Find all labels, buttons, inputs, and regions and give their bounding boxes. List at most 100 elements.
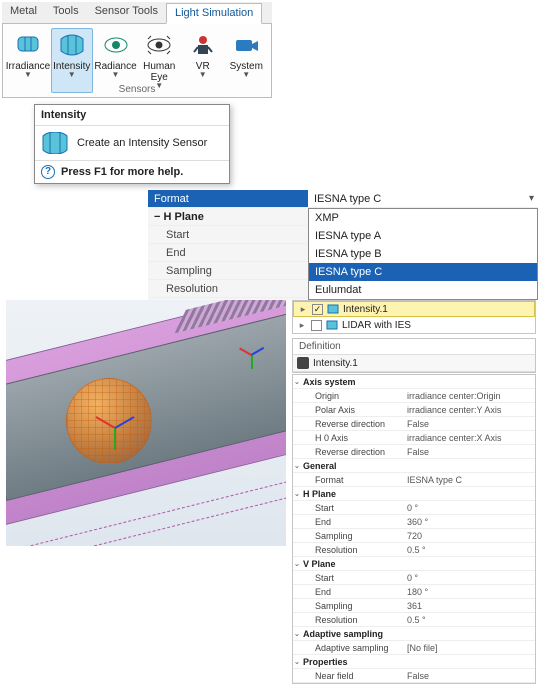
prop-reverse-direction[interactable]: Reverse directionFalse <box>293 417 535 431</box>
prop-value[interactable]: irradiance center:Origin <box>405 389 535 402</box>
prop-h-0-axis[interactable]: H 0 Axisirradiance center:X Axis <box>293 431 535 445</box>
collapse-icon[interactable] <box>293 501 301 514</box>
format-row-format[interactable]: Format <box>148 190 308 208</box>
format-option-iesna-type-a[interactable]: IESNA type A <box>309 227 537 245</box>
viewport-3d[interactable] <box>6 300 286 546</box>
ribbon-tab-metal[interactable]: Metal <box>2 2 45 23</box>
collapse-icon[interactable] <box>293 445 301 458</box>
format-option-iesna-type-c[interactable]: IESNA type C <box>309 263 537 281</box>
gizmo-y-axis[interactable] <box>114 428 116 450</box>
sensor-label: HumanEye <box>143 61 175 83</box>
prop-value[interactable]: False <box>405 669 535 682</box>
format-row-sampling[interactable]: Sampling <box>148 262 308 280</box>
expand-icon[interactable]: ▸ <box>298 304 308 315</box>
prop-value[interactable]: 0 ° <box>405 571 535 584</box>
collapse-icon[interactable]: ⌄ <box>293 557 301 570</box>
prop-v-plane[interactable]: ⌄V Plane <box>293 557 535 571</box>
collapse-icon[interactable] <box>293 613 301 626</box>
tooltip-help: Press F1 for more help. <box>61 166 183 178</box>
prop-general[interactable]: ⌄General <box>293 459 535 473</box>
checkbox[interactable] <box>311 320 322 331</box>
collapse-icon[interactable] <box>293 403 301 416</box>
prop-start[interactable]: Start0 ° <box>293 571 535 585</box>
vr-icon <box>189 31 217 59</box>
prop-sampling[interactable]: Sampling361 <box>293 599 535 613</box>
collapse-icon[interactable]: ⌄ <box>293 627 301 640</box>
prop-value <box>405 459 535 472</box>
prop-value[interactable]: 360 ° <box>405 515 535 528</box>
collapse-icon[interactable] <box>293 543 301 556</box>
tree-item-lidar-with-ies[interactable]: ▸LIDAR with IES <box>293 317 535 333</box>
prop-resolution[interactable]: Resolution0.5 ° <box>293 543 535 557</box>
prop-format[interactable]: FormatIESNA type C <box>293 473 535 487</box>
prop-value[interactable]: irradiance center:Y Axis <box>405 403 535 416</box>
format-row-end[interactable]: End <box>148 244 308 262</box>
definition-row[interactable]: Intensity.1 <box>293 354 535 372</box>
prop-resolution[interactable]: Resolution0.5 ° <box>293 613 535 627</box>
collapse-icon[interactable] <box>293 389 301 402</box>
format-row-start[interactable]: Start <box>148 226 308 244</box>
prop-label: Polar Axis <box>301 403 405 416</box>
prop-value <box>405 627 535 640</box>
prop-label: Origin <box>301 389 405 402</box>
prop-label: Reverse direction <box>301 417 405 430</box>
collapse-icon[interactable]: ⌄ <box>293 487 301 500</box>
ribbon-tab-sensor-tools[interactable]: Sensor Tools <box>87 2 166 23</box>
prop-value[interactable]: False <box>405 417 535 430</box>
human-eye-icon <box>145 31 173 59</box>
prop-value[interactable]: IESNA type C <box>405 473 535 486</box>
expand-icon[interactable]: ▸ <box>297 320 307 331</box>
prop-value[interactable]: irradiance center:X Axis <box>405 431 535 444</box>
prop-adaptive-sampling[interactable]: ⌄Adaptive sampling <box>293 627 535 641</box>
tree-item-intensity-1[interactable]: ▸✓Intensity.1 <box>293 301 535 317</box>
format-option-xmp[interactable]: XMP <box>309 209 537 227</box>
chevron-down-icon: ▼ <box>112 70 120 79</box>
collapse-icon[interactable] <box>293 473 301 486</box>
ribbon-tab-tools[interactable]: Tools <box>45 2 87 23</box>
prop-end[interactable]: End180 ° <box>293 585 535 599</box>
prop-value[interactable]: [No file] <box>405 641 535 654</box>
property-grid: ⌄Axis systemOriginirradiance center:Orig… <box>292 374 536 684</box>
format-row-h-plane[interactable]: − H Plane <box>148 208 308 226</box>
checkbox[interactable]: ✓ <box>312 304 323 315</box>
collapse-icon[interactable] <box>293 571 301 584</box>
collapse-icon[interactable]: ⌄ <box>293 459 301 472</box>
collapse-icon[interactable]: ⌄ <box>293 655 301 668</box>
prop-properties[interactable]: ⌄Properties <box>293 655 535 669</box>
format-combo[interactable]: IESNA type C <box>308 190 538 208</box>
prop-polar-axis[interactable]: Polar Axisirradiance center:Y Axis <box>293 403 535 417</box>
collapse-icon[interactable] <box>293 599 301 612</box>
prop-sampling[interactable]: Sampling720 <box>293 529 535 543</box>
format-option-iesna-type-b[interactable]: IESNA type B <box>309 245 537 263</box>
definition-panel: Definition Intensity.1 <box>292 338 536 373</box>
prop-value[interactable]: 0.5 ° <box>405 613 535 626</box>
gizmo-z-axis[interactable] <box>115 416 135 429</box>
prop-end[interactable]: End360 ° <box>293 515 535 529</box>
prop-start[interactable]: Start0 ° <box>293 501 535 515</box>
chevron-down-icon: ▼ <box>68 70 76 79</box>
prop-label: General <box>301 459 405 472</box>
prop-value[interactable]: 0 ° <box>405 501 535 514</box>
prop-reverse-direction[interactable]: Reverse directionFalse <box>293 445 535 459</box>
collapse-icon[interactable] <box>293 669 301 682</box>
prop-h-plane[interactable]: ⌄H Plane <box>293 487 535 501</box>
ribbon-tab-light-simulation[interactable]: Light Simulation <box>166 3 262 24</box>
prop-value[interactable]: 361 <box>405 599 535 612</box>
collapse-icon[interactable]: ⌄ <box>293 375 301 388</box>
collapse-icon[interactable] <box>293 515 301 528</box>
gizmo-x-axis[interactable] <box>95 416 115 429</box>
format-option-eulumdat[interactable]: Eulumdat <box>309 281 537 299</box>
format-row-resolution[interactable]: Resolution <box>148 280 308 298</box>
transform-gizmo[interactable] <box>94 408 134 448</box>
prop-value[interactable]: 720 <box>405 529 535 542</box>
prop-value[interactable]: False <box>405 445 535 458</box>
collapse-icon[interactable] <box>293 417 301 430</box>
prop-origin[interactable]: Originirradiance center:Origin <box>293 389 535 403</box>
collapse-icon[interactable] <box>293 641 301 654</box>
prop-value[interactable]: 0.5 ° <box>405 543 535 556</box>
prop-near-field[interactable]: Near fieldFalse <box>293 669 535 683</box>
collapse-icon[interactable] <box>293 431 301 444</box>
collapse-icon[interactable] <box>293 529 301 542</box>
prop-axis-system[interactable]: ⌄Axis system <box>293 375 535 389</box>
prop-adaptive-sampling[interactable]: Adaptive sampling[No file] <box>293 641 535 655</box>
